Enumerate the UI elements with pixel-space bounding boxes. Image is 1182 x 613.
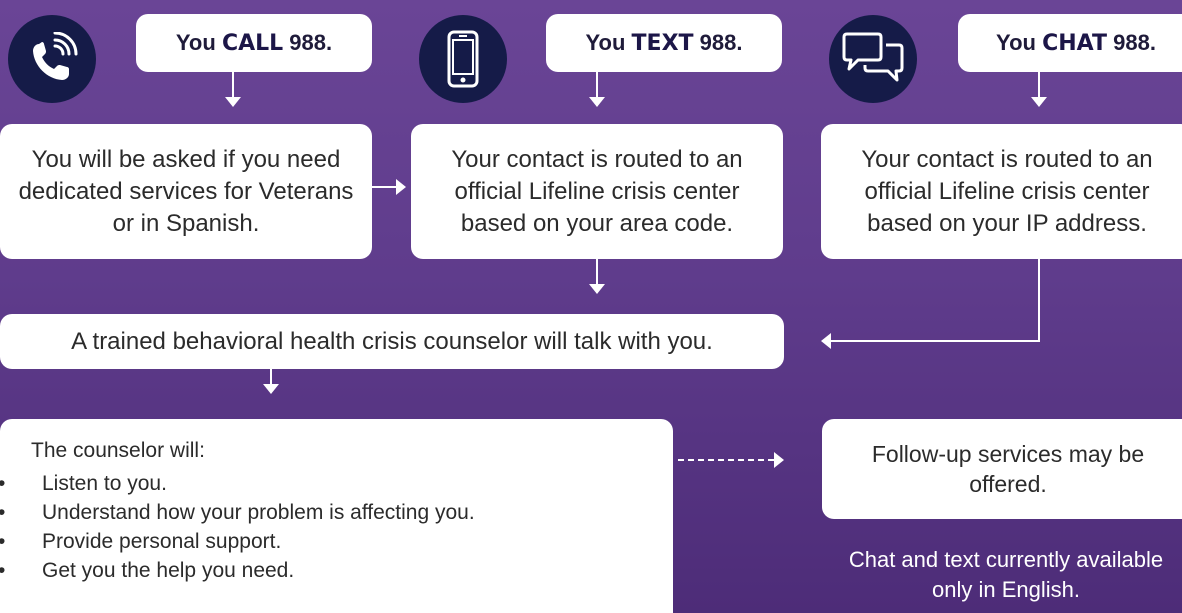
chat-icon-circle	[829, 15, 917, 103]
call-icon-circle	[8, 15, 96, 103]
text-down-connector	[596, 72, 598, 98]
language-note-line1: Chat and text currently available	[848, 547, 1164, 572]
call-down-arrowhead	[225, 97, 241, 107]
language-note-line2: only in English.	[932, 577, 1080, 602]
text-to-counselor-connector	[596, 259, 598, 285]
chat-bubbles-icon	[842, 32, 904, 82]
counselor-will-heading: The counselor will:	[31, 439, 205, 462]
chat-pill-suffix: 988.	[1113, 30, 1156, 55]
chat-down-connector	[1038, 72, 1040, 98]
follow-up-arrowhead	[774, 452, 784, 468]
bullet-glyph: •	[0, 469, 5, 498]
chat-pill-keyword: CHAT	[1042, 30, 1107, 56]
text-988-pill: You TEXT 988.	[546, 14, 782, 72]
counselor-step-text: A trained behavioral health crisis couns…	[71, 327, 713, 355]
call-down-connector	[232, 72, 234, 98]
counselor-down-arrowhead	[263, 384, 279, 394]
chat-step-box: Your contact is routed to an official Li…	[821, 124, 1182, 259]
chat-down-arrowhead	[1031, 97, 1047, 107]
smartphone-icon	[447, 30, 479, 88]
chat-elbow-horizontal	[830, 340, 1040, 342]
text-step-box: Your contact is routed to an official Li…	[411, 124, 783, 259]
chat-pill-prefix: You	[996, 30, 1036, 55]
chat-elbow-vertical	[1038, 259, 1040, 341]
call-step-text: You will be asked if you need dedicated …	[18, 145, 354, 237]
chat-to-counselor-arrowhead	[821, 333, 831, 349]
bullet-glyph: •	[0, 527, 5, 556]
bullet-glyph: •	[0, 498, 5, 527]
call-to-text-connector	[372, 186, 398, 188]
text-pill-prefix: You	[585, 30, 626, 55]
counselor-down-connector	[270, 369, 272, 385]
bullet-glyph: •	[0, 556, 5, 585]
follow-up-text: Follow-up services may be offered.	[871, 441, 1145, 497]
call-988-pill: You CALL 988.	[136, 14, 372, 72]
call-step-box: You will be asked if you need dedicated …	[0, 124, 372, 259]
text-icon-circle	[419, 15, 507, 103]
text-pill-suffix: 988.	[699, 30, 743, 55]
call-pill-keyword: CALL	[221, 30, 284, 56]
text-to-counselor-arrowhead	[589, 284, 605, 294]
list-item: •Listen to you.	[0, 469, 673, 498]
phone-icon	[33, 32, 78, 80]
follow-up-box: Follow-up services may be offered.	[822, 419, 1182, 519]
counselor-step-box: A trained behavioral health crisis couns…	[0, 314, 784, 369]
language-note: Chat and text currently available only i…	[816, 545, 1182, 605]
text-down-arrowhead	[589, 97, 605, 107]
chat-step-text: Your contact is routed to an official Li…	[861, 145, 1153, 237]
follow-up-dashed-connector	[678, 459, 774, 461]
call-to-text-arrowhead	[396, 179, 406, 195]
list-item: •Provide personal support.	[0, 527, 673, 556]
text-step-text: Your contact is routed to an official Li…	[451, 145, 743, 237]
text-pill-keyword: TEXT	[631, 30, 694, 56]
counselor-will-list: •Listen to you. •Understand how your pro…	[0, 469, 673, 585]
list-item: •Understand how your problem is affectin…	[0, 498, 673, 527]
list-item: •Get you the help you need.	[0, 556, 673, 585]
chat-988-pill: You CHAT 988.	[958, 14, 1182, 72]
counselor-will-box: The counselor will: •Listen to you. •Und…	[0, 419, 673, 613]
call-pill-suffix: 988.	[289, 30, 333, 55]
call-pill-prefix: You	[175, 30, 216, 55]
